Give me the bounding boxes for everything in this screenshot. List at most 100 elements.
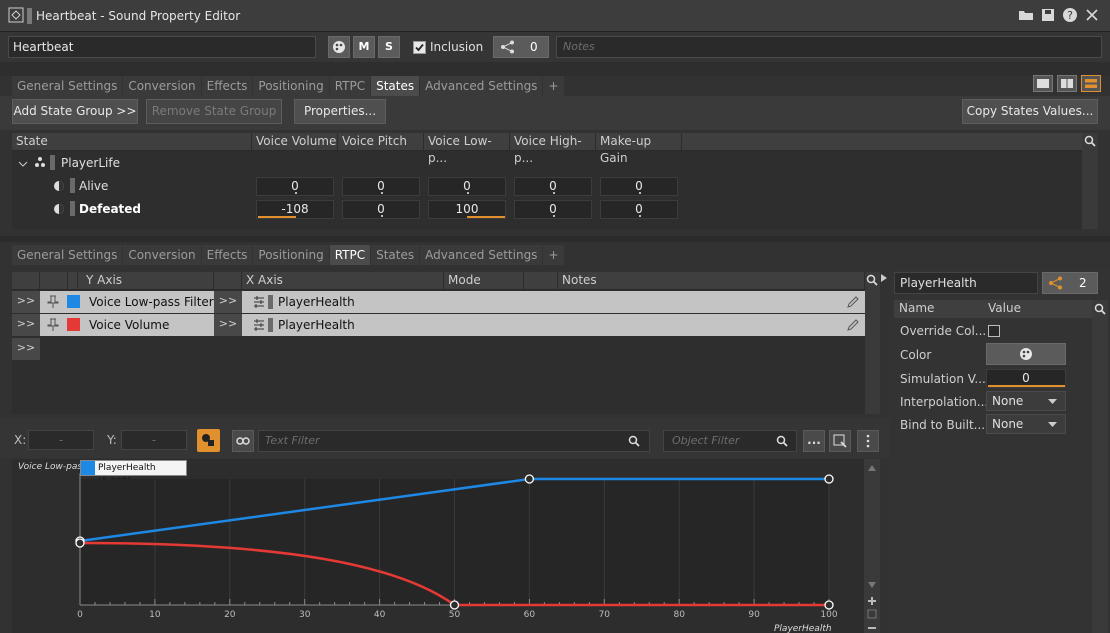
curve-plot[interactable]: 0 10 20 30 40 50 60 70 80 90 100	[12, 459, 864, 633]
expand-row-button[interactable]: >>	[12, 314, 40, 336]
vertical-more-button[interactable]	[857, 430, 879, 452]
tab-positioning[interactable]: Positioning	[253, 245, 329, 265]
notes-field[interactable]: Notes	[556, 36, 1102, 58]
splitter[interactable]	[0, 236, 1110, 242]
tab-states[interactable]: States	[371, 245, 420, 265]
more-options-button[interactable]: ...	[803, 430, 825, 452]
properties-button[interactable]: Properties...	[294, 99, 386, 124]
curve-point[interactable]	[449, 600, 460, 610]
color-picker-button[interactable]	[986, 343, 1066, 365]
col-voice-volume[interactable]: Voice Volume	[252, 133, 338, 151]
layout-split-vertical-button[interactable]	[1081, 75, 1101, 92]
rtpc-row[interactable]: >> Voice Volume >> PlayerHealth	[12, 314, 865, 336]
layout-single-button[interactable]	[1033, 75, 1053, 92]
x-axis-picker-button[interactable]: >>	[214, 314, 242, 336]
copy-states-values-button[interactable]: Copy States Values...	[962, 99, 1098, 124]
alive-voice-volume[interactable]: 0	[256, 177, 334, 196]
alive-voice-pitch[interactable]: 0	[342, 177, 420, 196]
col-notes[interactable]: Notes	[558, 272, 865, 290]
tab-advanced-settings[interactable]: Advanced Settings	[420, 245, 543, 265]
alive-voice-lowpass[interactable]: 0	[428, 177, 506, 196]
tab-advanced-settings[interactable]: Advanced Settings	[420, 76, 543, 96]
zoom-fit-button[interactable]	[829, 430, 851, 452]
simulation-value-field[interactable]: 0	[986, 369, 1066, 388]
add-tab-button[interactable]: +	[543, 76, 564, 96]
states-scrollbar[interactable]	[1082, 133, 1098, 229]
zoom-grid-icon[interactable]	[867, 609, 877, 619]
add-state-group-button[interactable]: Add State Group >>	[12, 99, 138, 124]
defeated-voice-volume[interactable]: -108	[256, 200, 334, 219]
search-icon[interactable]	[1094, 303, 1106, 315]
interpolation-select[interactable]: None	[986, 391, 1066, 411]
add-tab-button[interactable]: +	[543, 245, 564, 265]
x-coord-field[interactable]: -	[28, 430, 94, 450]
col-mode[interactable]: Mode	[444, 272, 524, 290]
graph-scrollbar[interactable]	[864, 459, 880, 633]
rtpc-share-button[interactable]: 2	[1042, 272, 1098, 294]
defeated-voice-lowpass[interactable]: 100	[428, 200, 506, 219]
rtpc-name-field[interactable]: PlayerHealth	[894, 272, 1038, 294]
text-filter-input[interactable]: Text Filter	[258, 430, 650, 452]
share-sets-button[interactable]: 0	[493, 36, 549, 58]
defeated-makeup-gain[interactable]: 0	[600, 200, 678, 219]
edit-pencil-icon[interactable]	[846, 318, 860, 332]
tab-states[interactable]: States	[371, 76, 420, 96]
defeated-voice-pitch[interactable]: 0	[342, 200, 420, 219]
rtpc-row[interactable]: >> Voice Low-pass Filter >> PlayerHealth	[12, 291, 865, 313]
tab-conversion[interactable]: Conversion	[123, 76, 201, 96]
link-button[interactable]	[232, 430, 254, 452]
tab-positioning[interactable]: Positioning	[253, 76, 329, 96]
col-voice-highpass[interactable]: Voice High-p...	[510, 133, 596, 165]
curve-point[interactable]	[824, 600, 834, 610]
alive-makeup-gain[interactable]: 0	[600, 177, 678, 196]
folder-open-icon[interactable]	[1018, 7, 1034, 23]
alive-voice-highpass[interactable]: 0	[514, 177, 592, 196]
pin-icon[interactable]	[46, 295, 60, 309]
zoom-in-icon[interactable]	[867, 596, 877, 606]
edit-pencil-icon[interactable]	[846, 295, 860, 309]
expand-panel-icon[interactable]	[880, 273, 888, 283]
rtpc-graph[interactable]: Voice Low-pass PlayerHealth (0.000) 0102…	[12, 459, 864, 633]
bind-builtin-select[interactable]: None	[986, 414, 1066, 434]
search-icon[interactable]	[866, 274, 878, 286]
col-y-axis[interactable]: Y Axis	[82, 272, 214, 290]
tab-general-settings[interactable]: General Settings	[12, 245, 123, 265]
rtpc-scrollbar[interactable]	[865, 272, 880, 414]
zoom-out-icon[interactable]	[867, 623, 877, 633]
col-state[interactable]: State	[12, 133, 252, 151]
auto-snap-button[interactable]	[197, 429, 220, 452]
pin-icon[interactable]	[46, 318, 60, 332]
scroll-down-icon[interactable]	[867, 581, 877, 589]
col-voice-lowpass[interactable]: Voice Low-p...	[424, 133, 510, 165]
save-icon[interactable]	[1040, 7, 1056, 23]
tab-effects[interactable]: Effects	[201, 245, 253, 265]
mute-button[interactable]: M	[353, 36, 375, 58]
object-name-field[interactable]: Heartbeat	[8, 36, 316, 58]
color-palette-button[interactable]	[328, 36, 350, 58]
layout-split-horizontal-button[interactable]	[1057, 75, 1077, 92]
col-x-axis[interactable]: X Axis	[242, 272, 444, 290]
curve-point[interactable]	[824, 474, 834, 484]
scroll-up-icon[interactable]	[867, 464, 877, 472]
col-voice-pitch[interactable]: Voice Pitch	[338, 133, 424, 151]
help-icon[interactable]: ?	[1062, 7, 1078, 23]
tab-effects[interactable]: Effects	[201, 76, 253, 96]
override-color-checkbox[interactable]	[988, 325, 1000, 337]
tab-conversion[interactable]: Conversion	[123, 245, 201, 265]
y-coord-field[interactable]: -	[121, 430, 187, 450]
chevron-down-icon[interactable]	[18, 157, 28, 171]
solo-button[interactable]: S	[378, 36, 400, 58]
expand-row-button[interactable]: >>	[12, 291, 40, 313]
close-icon[interactable]	[1084, 7, 1100, 23]
inclusion-checkbox[interactable]	[413, 41, 426, 54]
remove-state-group-button[interactable]: Remove State Group	[146, 99, 282, 124]
x-axis-picker-button[interactable]: >>	[214, 291, 242, 313]
tab-general-settings[interactable]: General Settings	[12, 76, 123, 96]
curve-point[interactable]	[75, 538, 85, 548]
tab-rtpc[interactable]: RTPC	[329, 245, 371, 265]
search-icon[interactable]	[1084, 135, 1096, 147]
curve-point[interactable]	[524, 474, 535, 484]
props-scrollbar[interactable]	[1092, 300, 1108, 633]
col-makeup-gain[interactable]: Make-up Gain	[596, 133, 682, 165]
tab-rtpc[interactable]: RTPC	[329, 76, 371, 96]
